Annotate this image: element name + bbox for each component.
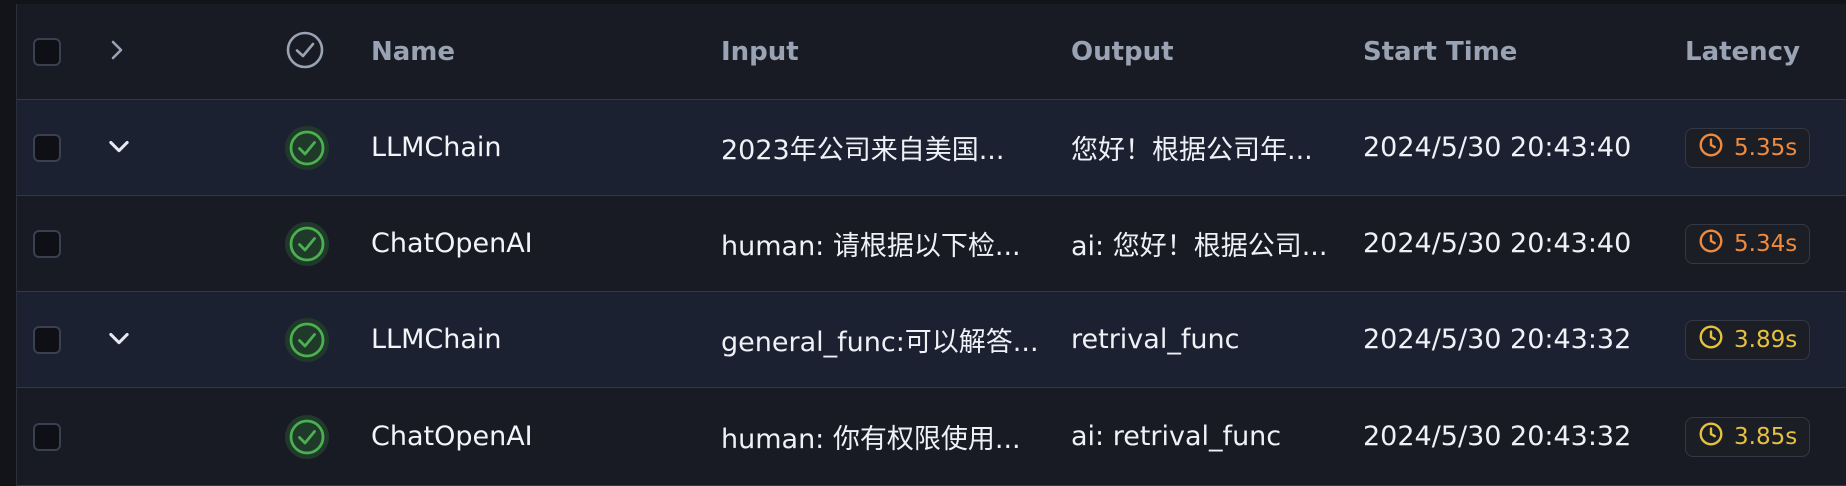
row-checkbox[interactable] [33,133,61,162]
table-row[interactable]: ChatOpenAI human: 你有权限使用... ai: retrival… [17,388,1846,486]
row-input: human: 你有权限使用... [721,424,1021,455]
latency-badge: 5.35s [1685,127,1811,168]
row-select-cell [33,100,73,195]
column-header-latency[interactable]: Latency [1685,4,1845,99]
row-start-time: 2024/5/30 20:43:32 [1363,324,1632,355]
row-output-cell: retrival_func [1071,292,1351,387]
chevron-down-icon[interactable] [105,132,133,164]
latency-value: 3.89s [1734,326,1798,353]
app-frame: Name Input Output Start Time Latency LLM… [0,0,1846,486]
row-expand-cell [105,100,145,195]
latency-value: 3.85s [1734,423,1798,450]
latency-value: 5.35s [1734,134,1798,161]
row-name-cell: ChatOpenAI [371,388,701,485]
row-input-cell: human: 你有权限使用... [721,388,1051,485]
row-input: 2023年公司来自美国... [721,135,1005,166]
row-status-cell [285,196,333,291]
row-input: human: 请根据以下检... [721,231,1021,262]
row-output-cell: ai: retrival_func [1071,388,1351,485]
column-header-name[interactable]: Name [371,4,701,99]
chevron-right-icon[interactable] [105,38,129,66]
clock-icon [1698,324,1724,356]
column-header-output-label: Output [1071,36,1174,67]
row-status-cell [285,292,333,387]
row-select-cell [33,388,73,485]
row-checkbox[interactable] [33,229,61,258]
column-header-input-label: Input [721,36,799,67]
row-output: ai: 您好！根据公司... [1071,231,1328,262]
table-row[interactable]: LLMChain general_func:可以解答... retrival_f… [17,292,1846,388]
row-name: LLMChain [371,324,502,355]
check-circle-icon [285,221,329,266]
column-header-output[interactable]: Output [1071,4,1351,99]
row-name: LLMChain [371,132,502,163]
clock-icon [1698,228,1724,260]
row-name: ChatOpenAI [371,228,533,259]
check-circle-icon [285,125,329,170]
column-header-name-label: Name [371,36,456,67]
clock-icon [1698,132,1724,164]
chevron-down-icon[interactable] [105,324,133,356]
select-all-checkbox[interactable] [33,37,61,66]
row-output: ai: retrival_func [1071,421,1282,452]
row-name: ChatOpenAI [371,421,533,452]
row-start-time: 2024/5/30 20:43:40 [1363,132,1632,163]
latency-value: 5.34s [1734,230,1798,257]
row-start-time-cell: 2024/5/30 20:43:40 [1363,100,1663,195]
select-all-cell [33,4,73,99]
row-input-cell: 2023年公司来自美国... [721,100,1051,195]
check-circle-icon [285,414,329,459]
row-start-time: 2024/5/30 20:43:32 [1363,421,1632,452]
runs-table: Name Input Output Start Time Latency LLM… [16,4,1846,486]
row-status-cell [285,100,333,195]
column-header-start-time[interactable]: Start Time [1363,4,1663,99]
row-latency-cell: 3.89s [1685,292,1845,387]
row-input-cell: general_func:可以解答... [721,292,1051,387]
row-select-cell [33,292,73,387]
check-circle-icon [285,317,329,362]
row-checkbox[interactable] [33,325,61,354]
row-name-cell: LLMChain [371,100,701,195]
row-start-time-cell: 2024/5/30 20:43:32 [1363,292,1663,387]
column-header-input[interactable]: Input [721,4,1051,99]
column-header-latency-label: Latency [1685,36,1801,67]
latency-badge: 5.34s [1685,223,1811,264]
row-expand-cell [105,292,145,387]
table-header: Name Input Output Start Time Latency [17,4,1846,100]
row-status-cell [285,388,333,485]
row-output-cell: 您好！根据公司年... [1071,100,1351,195]
check-circle-icon[interactable] [285,30,325,74]
row-latency-cell: 5.34s [1685,196,1845,291]
latency-badge: 3.85s [1685,416,1811,457]
row-input-cell: human: 请根据以下检... [721,196,1051,291]
table-row[interactable]: ChatOpenAI human: 请根据以下检... ai: 您好！根据公司.… [17,196,1846,292]
row-latency-cell: 3.85s [1685,388,1845,485]
row-select-cell [33,196,73,291]
row-input: general_func:可以解答... [721,327,1039,358]
row-output: retrival_func [1071,324,1240,355]
row-name-cell: LLMChain [371,292,701,387]
latency-badge: 3.89s [1685,319,1811,360]
column-header-start-time-label: Start Time [1363,36,1518,67]
row-start-time: 2024/5/30 20:43:40 [1363,228,1632,259]
row-output-cell: ai: 您好！根据公司... [1071,196,1351,291]
row-start-time-cell: 2024/5/30 20:43:32 [1363,388,1663,485]
clock-icon [1698,421,1724,453]
row-start-time-cell: 2024/5/30 20:43:40 [1363,196,1663,291]
row-output: 您好！根据公司年... [1071,135,1313,166]
row-name-cell: ChatOpenAI [371,196,701,291]
expand-all-cell [105,4,145,99]
row-checkbox[interactable] [33,422,61,451]
row-latency-cell: 5.35s [1685,100,1845,195]
table-row[interactable]: LLMChain 2023年公司来自美国... 您好！根据公司年... 2024… [17,100,1846,196]
status-header-cell [285,4,333,99]
